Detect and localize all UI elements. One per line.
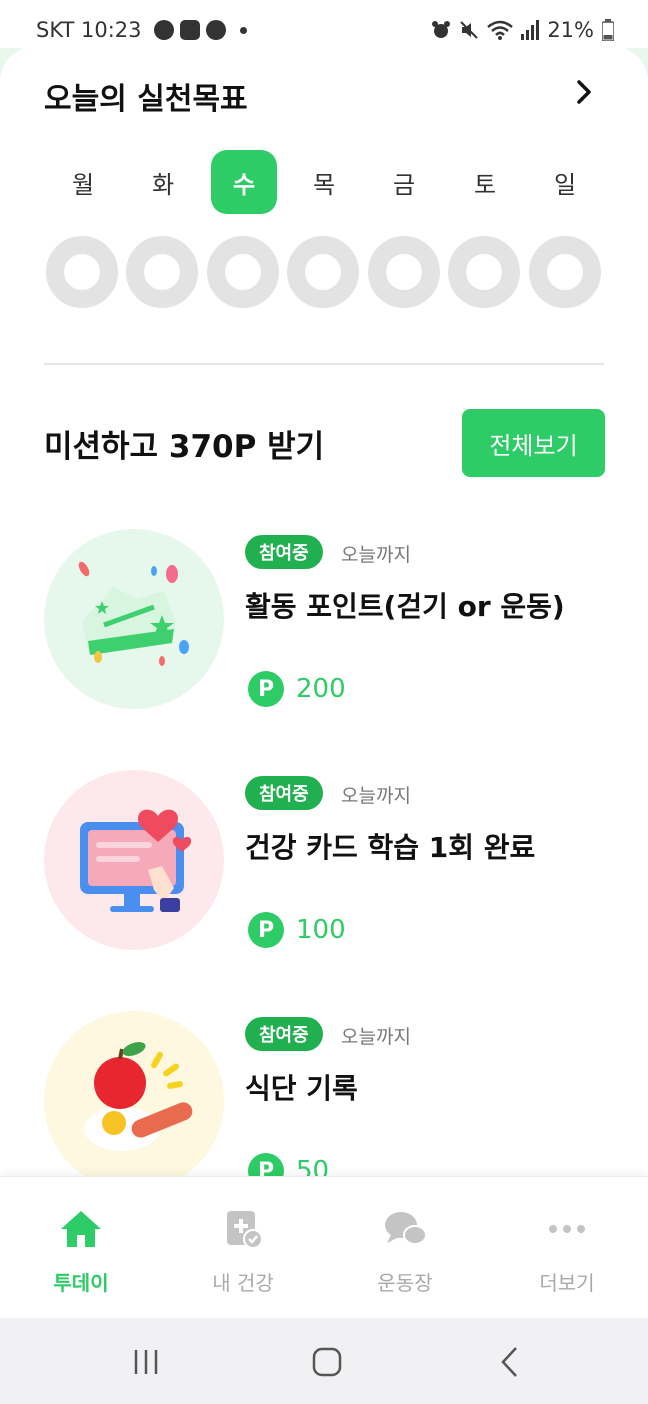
back-button[interactable] — [480, 1340, 540, 1384]
mission-title: 건강 카드 학습 1회 완료 — [245, 831, 536, 864]
mission-section-title: 미션하고 370P 받기 — [44, 429, 325, 465]
progress-ring-tue — [126, 236, 198, 308]
status-badge: 참여중 — [245, 535, 323, 569]
carrier-time: SKT 10:23 — [36, 18, 142, 42]
day-sat[interactable]: 토 — [452, 150, 518, 214]
chat-icon — [205, 20, 226, 40]
point-value: 200 — [296, 674, 346, 704]
nav-label: 내 건강 — [212, 1271, 274, 1295]
mission-item[interactable]: 참여중 오늘까지 식단 기록 P 50 — [44, 1011, 604, 1191]
goal-title: 오늘의 실천목표 — [44, 82, 248, 117]
more-notifications-icon — [239, 26, 247, 34]
deadline-label: 오늘까지 — [341, 785, 411, 807]
back-icon — [501, 1347, 517, 1377]
point-icon: P — [248, 912, 284, 948]
nav-more[interactable]: 더보기 — [486, 1177, 648, 1319]
mission-thumbnail — [44, 770, 224, 950]
day-wed[interactable]: 수 — [211, 150, 277, 214]
mission-title: 활동 포인트(걷기 or 운동) — [245, 590, 565, 623]
nav-my-health[interactable]: 내 건강 — [162, 1177, 324, 1319]
chevron-right-icon[interactable] — [568, 76, 600, 108]
day-mon[interactable]: 월 — [50, 150, 116, 214]
progress-ring-sat — [448, 236, 520, 308]
monitor-heart-icon — [80, 809, 192, 912]
mission-points: P 100 — [248, 912, 346, 948]
mission-item[interactable]: 참여중 오늘까지 활동 포인트(걷기 or 운동) P 200 — [44, 529, 604, 709]
weekday-selector: 월 화 수 목 금 토 일 — [44, 150, 604, 214]
nav-label: 더보기 — [539, 1271, 595, 1295]
nav-label: 투데이 — [53, 1271, 109, 1295]
home-icon — [59, 1207, 103, 1251]
bottom-navigation: 투데이 내 건강 운동장 더보기 — [0, 1176, 648, 1318]
mute-icon — [460, 21, 479, 39]
signal-icon — [521, 20, 540, 40]
wifi-icon — [487, 20, 514, 40]
point-icon: P — [248, 671, 284, 707]
status-right: 21% — [431, 18, 614, 42]
day-sun[interactable]: 일 — [532, 150, 598, 214]
mission-title: 식단 기록 — [245, 1072, 358, 1105]
status-left: SKT 10:23 — [36, 18, 247, 42]
recent-apps-button[interactable] — [116, 1340, 176, 1384]
food-icon — [84, 1042, 193, 1151]
recent-apps-icon — [134, 1350, 158, 1374]
daily-progress-rings — [46, 236, 602, 308]
day-fri[interactable]: 금 — [371, 150, 437, 214]
health-record-icon — [221, 1207, 265, 1251]
deadline-label: 오늘까지 — [341, 1026, 411, 1048]
day-tue[interactable]: 화 — [130, 150, 196, 214]
more-icon — [545, 1207, 589, 1251]
day-thu[interactable]: 목 — [291, 150, 357, 214]
chat-bubbles-icon — [383, 1207, 427, 1251]
battery-icon — [602, 19, 614, 41]
progress-ring-wed — [207, 236, 279, 308]
home-button[interactable] — [297, 1340, 357, 1384]
talk-icon — [153, 20, 174, 40]
image-icon — [179, 20, 200, 40]
mission-thumbnail — [44, 529, 224, 709]
mission-item[interactable]: 참여중 오늘까지 건강 카드 학습 1회 완료 P 100 — [44, 770, 604, 950]
view-all-button[interactable]: 전체보기 — [462, 409, 605, 477]
mission-thumbnail — [44, 1011, 224, 1191]
system-navigation-bar — [0, 1318, 648, 1404]
alarm-icon — [432, 21, 451, 38]
nav-today[interactable]: 투데이 — [0, 1177, 162, 1319]
deadline-label: 오늘까지 — [341, 544, 411, 566]
battery-percent: 21% — [547, 18, 594, 42]
status-badge: 참여중 — [245, 1017, 323, 1051]
home-square-icon — [312, 1347, 342, 1377]
sneaker-icon — [78, 561, 189, 666]
progress-ring-mon — [46, 236, 118, 308]
notification-icons — [153, 20, 247, 40]
progress-ring-sun — [529, 236, 601, 308]
nav-label: 운동장 — [377, 1271, 433, 1295]
progress-ring-thu — [287, 236, 359, 308]
mission-points: P 200 — [248, 671, 346, 707]
status-badge: 참여중 — [245, 776, 323, 810]
section-divider — [44, 363, 604, 365]
point-value: 100 — [296, 915, 346, 945]
progress-ring-fri — [368, 236, 440, 308]
nav-playground[interactable]: 운동장 — [324, 1177, 486, 1319]
